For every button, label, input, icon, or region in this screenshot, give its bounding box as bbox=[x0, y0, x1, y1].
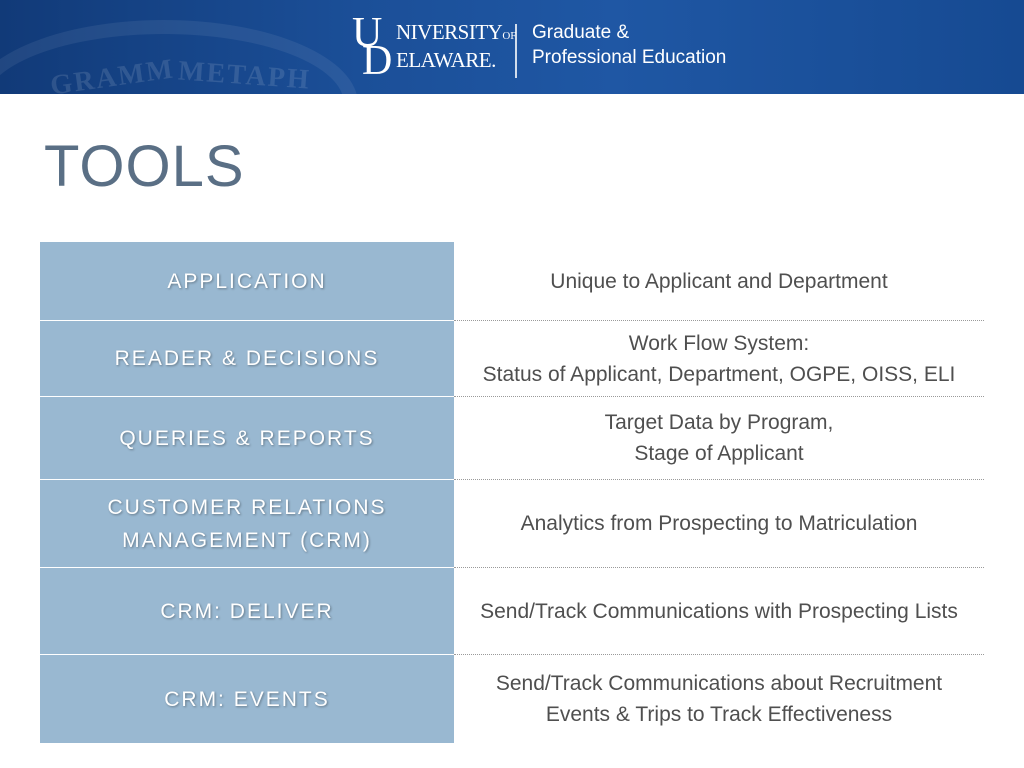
ud-monogram-icon: U D bbox=[352, 12, 398, 84]
tool-description-line: Stage of Applicant bbox=[634, 442, 804, 465]
tool-label-line: APPLICATION bbox=[167, 269, 327, 293]
wordmark-line-1: NIVERSITY bbox=[396, 20, 503, 44]
tool-label-line: READER & DECISIONS bbox=[114, 347, 380, 370]
logo-letter-d: D bbox=[362, 38, 393, 84]
table-row: CUSTOMER RELATIONS MANAGEMENT (CRM) Anal… bbox=[40, 480, 984, 568]
department-line-1: Graduate & bbox=[532, 22, 630, 43]
table-row: APPLICATION Unique to Applicant and Depa… bbox=[40, 242, 984, 321]
tool-label-line: CRM: EVENTS bbox=[164, 687, 330, 711]
tool-label: CUSTOMER RELATIONS MANAGEMENT (CRM) bbox=[40, 480, 454, 568]
tool-description: Send/Track Communications about Recruitm… bbox=[454, 655, 984, 743]
tool-description: Work Flow System: Status of Applicant, D… bbox=[454, 321, 984, 397]
tool-description: Send/Track Communications with Prospecti… bbox=[454, 568, 984, 655]
tool-label-line: CUSTOMER RELATIONS bbox=[107, 495, 387, 519]
tool-label: CRM: DELIVER bbox=[40, 568, 454, 655]
tool-description-line: Status of Applicant, Department, OGPE, O… bbox=[482, 362, 956, 386]
tool-label: CRM: EVENTS bbox=[40, 655, 454, 743]
tool-description-line: Work Flow System: bbox=[628, 331, 810, 355]
tool-label: APPLICATION bbox=[40, 242, 454, 321]
tool-label-line: CRM: DELIVER bbox=[160, 599, 334, 623]
department-line-2: Professional Education bbox=[532, 47, 727, 68]
tool-description: Target Data by Program, Stage of Applica… bbox=[454, 397, 984, 480]
department-name: Graduate & Professional Education bbox=[532, 20, 726, 70]
tool-description: Unique to Applicant and Department bbox=[454, 242, 984, 321]
table-row: CRM: EVENTS Send/Track Communications ab… bbox=[40, 655, 984, 743]
table-row: READER & DECISIONS Work Flow System: Sta… bbox=[40, 321, 984, 397]
university-logo: U D NIVERSITYOF ELAWARE. Graduate & Prof… bbox=[352, 12, 772, 84]
tools-table: APPLICATION Unique to Applicant and Depa… bbox=[40, 242, 984, 743]
tool-label: QUERIES & REPORTS bbox=[40, 397, 454, 480]
tool-description-line: Target Data by Program, bbox=[604, 411, 834, 434]
logo-divider bbox=[515, 24, 517, 78]
tool-description-line: Send/Track Communications with Prospecti… bbox=[480, 599, 958, 623]
tool-description: Analytics from Prospecting to Matriculat… bbox=[454, 480, 984, 568]
page-title: TOOLS bbox=[44, 134, 245, 199]
wordmark-line-2: ELAWARE. bbox=[396, 48, 496, 72]
table-row: QUERIES & REPORTS Target Data by Program… bbox=[40, 397, 984, 480]
tool-label-line: QUERIES & REPORTS bbox=[119, 426, 375, 450]
tool-description-line: Unique to Applicant and Department bbox=[550, 269, 888, 293]
tool-description-line: Analytics from Prospecting to Matriculat… bbox=[520, 512, 918, 535]
tool-description-line: Send/Track Communications about Recruitm… bbox=[495, 672, 943, 695]
university-wordmark: NIVERSITYOF ELAWARE. bbox=[396, 20, 516, 72]
tool-label-line: MANAGEMENT (CRM) bbox=[122, 528, 372, 552]
table-row: CRM: DELIVER Send/Track Communications w… bbox=[40, 568, 984, 655]
header-banner: GRAMM METAPH U D NIVERSITYOF ELAWARE. Gr… bbox=[0, 0, 1024, 94]
tool-description-line: Events & Trips to Track Effectiveness bbox=[545, 703, 893, 726]
tool-label: READER & DECISIONS bbox=[40, 321, 454, 397]
